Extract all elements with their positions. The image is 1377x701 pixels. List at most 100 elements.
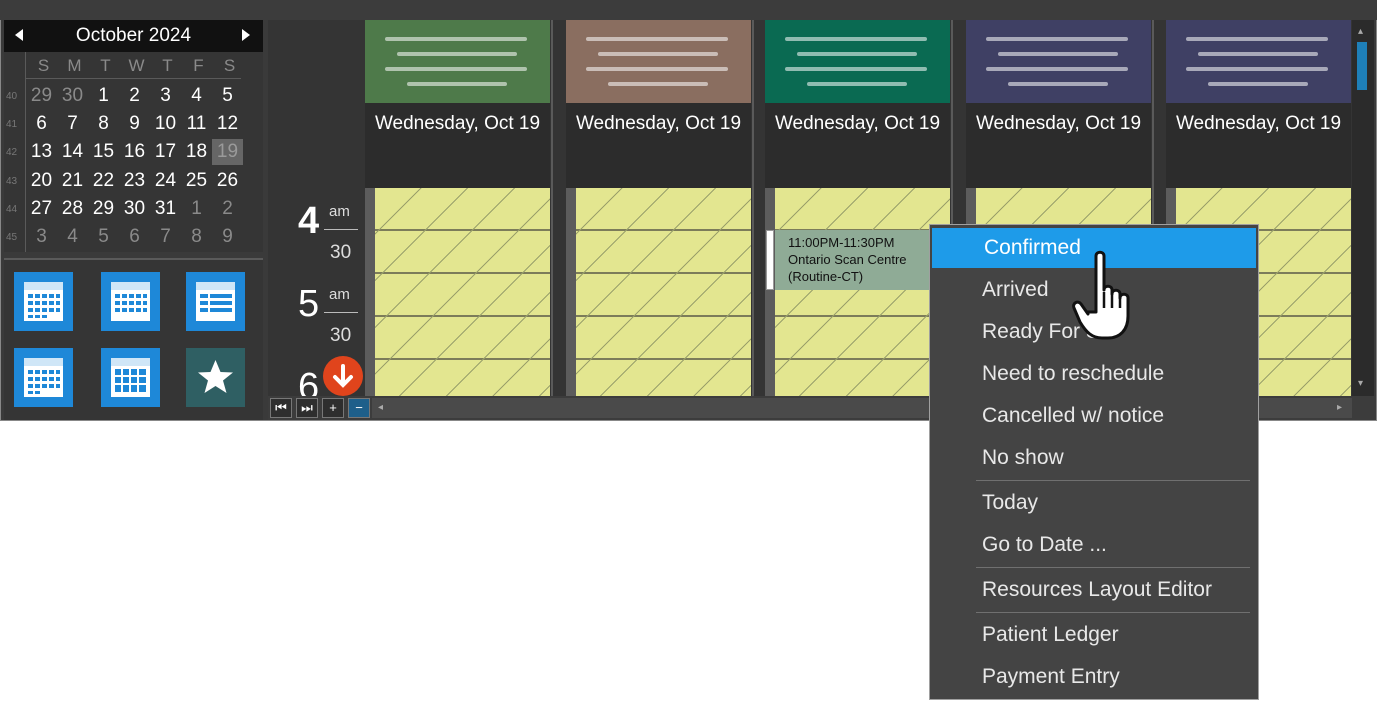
- calendar-day[interactable]: 20: [26, 168, 57, 194]
- top-bar: [0, 0, 1377, 20]
- week-view-button[interactable]: [101, 272, 160, 331]
- calendar-day[interactable]: 16: [119, 139, 150, 165]
- calendar-day[interactable]: 30: [57, 83, 88, 109]
- resource-header[interactable]: [966, 20, 1151, 103]
- calendar-day[interactable]: 7: [150, 224, 181, 250]
- time-slot-grid[interactable]: [576, 188, 751, 396]
- scroll-to-now-button[interactable]: [323, 356, 363, 396]
- calendar-icon: [111, 282, 150, 321]
- calendar-day[interactable]: 15: [88, 139, 119, 165]
- weekday-header: S: [223, 56, 236, 75]
- calendar-day[interactable]: 5: [212, 83, 243, 109]
- resource-name-placeholder: [608, 82, 708, 86]
- menu-item-need-to-reschedule[interactable]: Need to reschedule: [930, 354, 1258, 394]
- resource-name-placeholder: [1186, 37, 1328, 41]
- calendar-day[interactable]: 22: [88, 168, 119, 194]
- calendar-day[interactable]: 6: [119, 224, 150, 250]
- scroll-left-icon[interactable]: ◂: [378, 402, 383, 413]
- calendar-day[interactable]: 7: [57, 111, 88, 137]
- calendar-day[interactable]: 3: [26, 224, 57, 250]
- calendar-day[interactable]: 17: [150, 139, 181, 165]
- menu-item-no-show[interactable]: No show: [930, 438, 1258, 478]
- calendar-day[interactable]: 4: [181, 83, 212, 109]
- resource-name-placeholder: [586, 67, 728, 71]
- column-strip: [765, 188, 775, 396]
- zoom-out-button[interactable]: −: [348, 398, 370, 418]
- resource-header[interactable]: [365, 20, 550, 103]
- list-view-button[interactable]: [186, 272, 245, 331]
- calendar-day[interactable]: 30: [119, 196, 150, 222]
- calendar-day[interactable]: 2: [119, 83, 150, 109]
- calendar-day[interactable]: 11: [181, 111, 212, 137]
- menu-item-resources-layout-editor[interactable]: Resources Layout Editor: [930, 570, 1258, 610]
- weekday-header: F: [193, 56, 204, 75]
- time-slot-grid[interactable]: [775, 188, 950, 396]
- calendar-day[interactable]: 8: [181, 224, 212, 250]
- scroll-right-icon[interactable]: ▸: [1337, 402, 1342, 413]
- time-slot-grid[interactable]: [375, 188, 550, 396]
- calendar-day[interactable]: 21: [57, 168, 88, 194]
- first-page-button[interactable]: ⏮: [270, 398, 292, 418]
- calendar-day[interactable]: 25: [181, 168, 212, 194]
- resource-name-placeholder: [785, 67, 927, 71]
- calendar-day[interactable]: 24: [150, 168, 181, 194]
- resource-header[interactable]: [566, 20, 751, 103]
- resource-header[interactable]: [765, 20, 950, 103]
- calendar-day[interactable]: 5: [88, 224, 119, 250]
- calendar-day[interactable]: 1: [181, 196, 212, 222]
- week-number: 43: [6, 175, 18, 187]
- scroll-up-icon[interactable]: ▴: [1358, 26, 1363, 37]
- resource-name-placeholder: [1186, 67, 1328, 71]
- resource-header[interactable]: [1166, 20, 1351, 103]
- calendar-day[interactable]: 29: [26, 83, 57, 109]
- calendar-day[interactable]: 2: [212, 196, 243, 222]
- month-view-button[interactable]: [14, 348, 73, 407]
- calendar-day[interactable]: 13: [26, 139, 57, 165]
- column-divider: [551, 20, 553, 396]
- calendar-day[interactable]: 1: [88, 83, 119, 109]
- calendar-day[interactable]: 10: [150, 111, 181, 137]
- view-buttons-panel: [4, 258, 263, 420]
- last-page-button[interactable]: ⏭: [296, 398, 318, 418]
- calendar-day[interactable]: 4: [57, 224, 88, 250]
- time-column: 4 am 30 5 am 30 6: [268, 20, 365, 396]
- calendar-month-title: October 2024: [75, 25, 192, 46]
- menu-item-patient-ledger[interactable]: Patient Ledger: [930, 615, 1258, 655]
- calendar-header: October 2024: [4, 20, 263, 52]
- calendar-icon: [24, 358, 63, 397]
- resource-name-placeholder: [1198, 52, 1318, 56]
- calendar-day[interactable]: 31: [150, 196, 181, 222]
- calendar-day[interactable]: 18: [181, 139, 212, 165]
- hand-cursor-icon: [1072, 250, 1130, 340]
- day-view-button[interactable]: [14, 272, 73, 331]
- menu-item-today[interactable]: Today: [930, 483, 1258, 523]
- weekday-header: M: [67, 56, 82, 75]
- menu-item-cancelled-w-notice[interactable]: Cancelled w/ notice: [930, 396, 1258, 436]
- calendar-day[interactable]: 14: [57, 139, 88, 165]
- zoom-in-button[interactable]: +: [322, 398, 344, 418]
- resource-date: Wednesday, Oct 19: [374, 113, 541, 134]
- next-month-icon[interactable]: [242, 29, 250, 41]
- scroll-down-icon[interactable]: ▾: [1358, 378, 1363, 389]
- calendar-day[interactable]: 28: [57, 196, 88, 222]
- appointment-block[interactable]: 11:00PM-11:30PM Ontario Scan Centre (Rou…: [775, 230, 935, 290]
- calendar-day[interactable]: 8: [88, 111, 119, 137]
- vertical-scroll-thumb[interactable]: [1357, 42, 1367, 90]
- calendar-day[interactable]: 23: [119, 168, 150, 194]
- resource-name-placeholder: [397, 52, 517, 56]
- menu-item-payment-entry[interactable]: Payment Entry: [930, 657, 1258, 697]
- calendar-day[interactable]: 6: [26, 111, 57, 137]
- calendar-day[interactable]: 9: [212, 224, 243, 250]
- list-calendar-icon: [196, 282, 235, 321]
- calendar-day[interactable]: 27: [26, 196, 57, 222]
- hour-label: 5: [298, 283, 320, 325]
- menu-item-go-to-date[interactable]: Go to Date ...: [930, 525, 1258, 565]
- calendar-day[interactable]: 26: [212, 168, 243, 194]
- calendar-day[interactable]: 12: [212, 111, 243, 137]
- calendar-day-selected[interactable]: 19: [212, 139, 243, 166]
- timeline-view-button[interactable]: [101, 348, 160, 407]
- calendar-day[interactable]: 3: [150, 83, 181, 109]
- calendar-day[interactable]: 9: [119, 111, 150, 137]
- favorites-button[interactable]: [186, 348, 245, 407]
- calendar-day[interactable]: 29: [88, 196, 119, 222]
